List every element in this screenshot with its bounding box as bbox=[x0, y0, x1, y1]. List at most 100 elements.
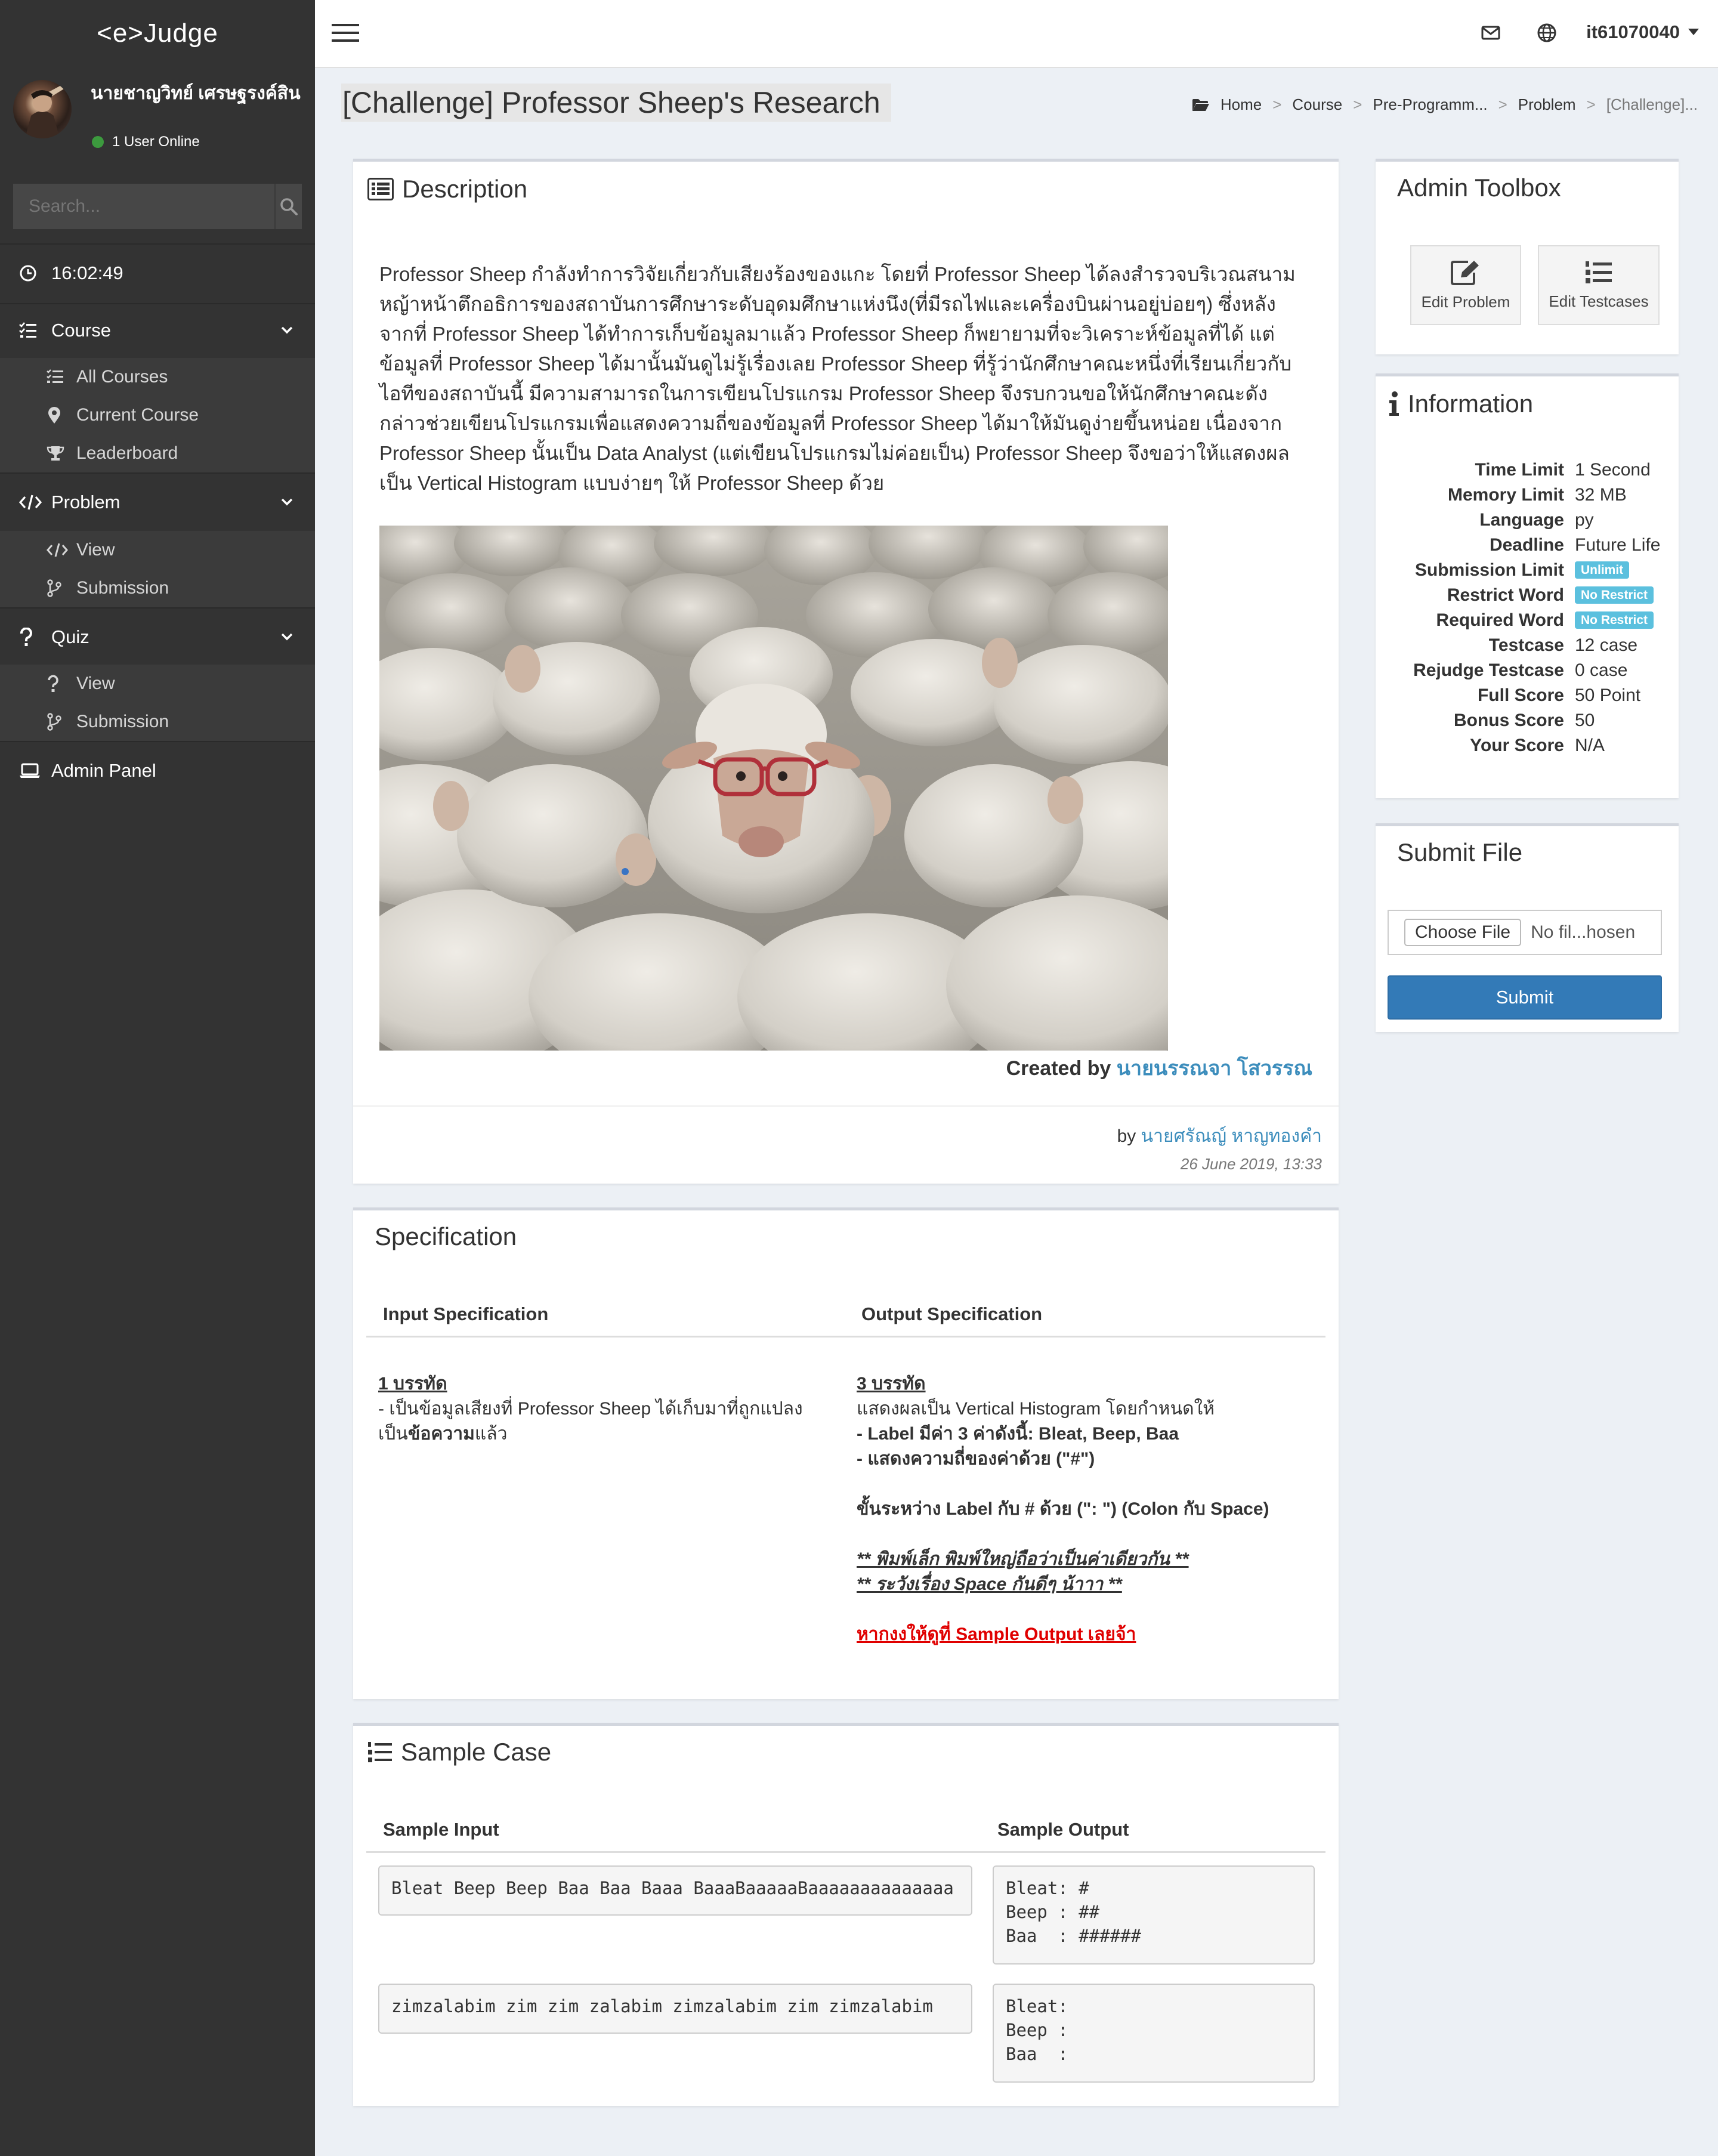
user-menu[interactable]: it61070040 bbox=[1586, 21, 1699, 43]
output-spec: 3 บรรทัด แสดงผลเป็น Vertical Histogram โ… bbox=[857, 1372, 1322, 1647]
input-spec-line: - เป็นข้อมูลเสียงที่ Professor Sheep ได้… bbox=[378, 1399, 803, 1419]
info-row: Rejudge Testcase 0 case bbox=[1376, 660, 1681, 685]
sidebar-item-quiz-submission-label: Submission bbox=[76, 712, 169, 731]
info-key: Rejudge Testcase bbox=[1413, 660, 1564, 680]
info-value: Future Life bbox=[1575, 535, 1661, 555]
page-title: [Challenge] Professor Sheep's Research bbox=[341, 84, 891, 122]
info-value: 32 MB bbox=[1575, 485, 1627, 505]
sidebar-item-all-courses[interactable]: All Courses bbox=[0, 358, 315, 396]
output-lines-title: 3 บรรทัด bbox=[857, 1374, 926, 1394]
author-link[interactable]: นายศรัณญ์ หาญทองคำ bbox=[1141, 1126, 1322, 1146]
sidebar-item-course-label: Course bbox=[51, 320, 111, 341]
info-key: Restrict Word bbox=[1447, 585, 1564, 605]
top-navbar: it61070040 bbox=[315, 0, 1718, 68]
user-menu-name: it61070040 bbox=[1586, 21, 1680, 42]
sample-output-header: Sample Output bbox=[997, 1819, 1129, 1840]
output-spec-line: - แสดงความถี่ของค่าด้วย ("#") bbox=[857, 1449, 1095, 1469]
info-row: Memory Limit 32 MB bbox=[1376, 485, 1681, 510]
sidebar-item-quiz-submission[interactable]: Submission bbox=[0, 703, 315, 741]
sample-input-header: Sample Input bbox=[383, 1819, 499, 1840]
info-value: No Restrict bbox=[1575, 610, 1654, 631]
file-input[interactable]: Choose File No fil...hosen bbox=[1388, 910, 1662, 955]
edit-problem-label: Edit Problem bbox=[1421, 292, 1510, 311]
post-date: 26 June 2019, 13:33 bbox=[1180, 1155, 1322, 1173]
sidebar-item-quiz[interactable]: Quiz bbox=[0, 613, 315, 661]
clock-icon bbox=[19, 264, 43, 282]
chevron-down-icon bbox=[280, 323, 293, 336]
info-row: Full Score 50 Point bbox=[1376, 685, 1681, 711]
edit-problem-button[interactable]: Edit Problem bbox=[1410, 245, 1521, 325]
question-icon bbox=[47, 675, 68, 693]
map-marker-icon bbox=[47, 406, 68, 424]
globe-icon[interactable] bbox=[1537, 23, 1557, 43]
sidebar-divider bbox=[0, 607, 315, 609]
submit-file-box: Submit File Choose File No fil...hosen S… bbox=[1376, 823, 1679, 1032]
caret-down-icon bbox=[1688, 29, 1699, 36]
sidebar-item-admin-panel-label: Admin Panel bbox=[51, 760, 156, 781]
admin-toolbox-title: Admin Toolbox bbox=[1397, 174, 1561, 202]
info-key: Deadline bbox=[1489, 535, 1564, 555]
info-key: Required Word bbox=[1436, 610, 1564, 630]
code-branch-icon bbox=[47, 713, 68, 731]
info-icon bbox=[1389, 391, 1399, 416]
submit-button[interactable]: Submit bbox=[1388, 975, 1662, 1020]
output-spec-line: - Label มีค่า 3 ค่าดังนี้: Bleat, Beep, … bbox=[857, 1424, 1179, 1444]
sidebar-divider bbox=[0, 243, 315, 245]
breadcrumb-home[interactable]: Home bbox=[1220, 95, 1262, 114]
edit-testcases-button[interactable]: Edit Testcases bbox=[1538, 245, 1660, 325]
input-spec-line: เป็นข้อความแล้ว bbox=[378, 1424, 508, 1444]
info-row: Bonus Score 50 bbox=[1376, 711, 1681, 736]
sidebar-item-current-course[interactable]: Current Course bbox=[0, 396, 315, 434]
choose-file-button[interactable]: Choose File bbox=[1404, 919, 1522, 946]
page: <e>Judge นายชาญวิทย์ เศรษฐรงค์สิน 1 User… bbox=[0, 0, 1718, 2156]
info-value: 1 Second bbox=[1575, 460, 1651, 480]
box-footer-divider bbox=[353, 1105, 1339, 1107]
info-value: py bbox=[1575, 510, 1594, 530]
brand-logo[interactable]: <e>Judge bbox=[0, 0, 315, 67]
code-icon bbox=[19, 494, 43, 511]
information-header: Information bbox=[1389, 390, 1533, 418]
search-button[interactable] bbox=[274, 184, 302, 229]
sidebar-item-all-courses-label: All Courses bbox=[76, 367, 168, 387]
author-byline: by นายศรัณญ์ หาญทองคำ 26 June 2019, 13:3… bbox=[1117, 1122, 1322, 1173]
breadcrumb-course[interactable]: Course bbox=[1292, 95, 1342, 114]
creator-link[interactable]: นายนรรณจา โสวรรณ bbox=[1117, 1057, 1312, 1080]
info-key: Bonus Score bbox=[1453, 711, 1564, 730]
breadcrumb-problem[interactable]: Problem bbox=[1518, 95, 1576, 114]
info-key: Time Limit bbox=[1475, 460, 1564, 480]
sidebar-item-problem-view-label: View bbox=[76, 540, 115, 560]
sample-output-hint: หากงงให้ดูที่ Sample Output เลยจ้า bbox=[857, 1624, 1136, 1644]
code-icon bbox=[47, 542, 68, 558]
sample-case-header: Sample Case bbox=[367, 1738, 551, 1766]
envelope-icon[interactable] bbox=[1481, 23, 1501, 43]
sidebar: <e>Judge นายชาญวิทย์ เศรษฐรงค์สิน 1 User… bbox=[0, 0, 315, 2156]
sidebar-item-quiz-view[interactable]: View bbox=[0, 665, 315, 703]
list-check-icon bbox=[19, 322, 43, 339]
sidebar-item-admin-panel[interactable]: Admin Panel bbox=[0, 747, 315, 795]
sidebar-toggle-icon[interactable] bbox=[332, 23, 359, 43]
sample-input-1: Bleat Beep Beep Baa Baa Baaa BaaaBaaaaaB… bbox=[378, 1865, 972, 1916]
sidebar-item-problem[interactable]: Problem bbox=[0, 478, 315, 526]
search-input[interactable] bbox=[13, 184, 274, 229]
sidebar-item-course[interactable]: Course bbox=[0, 307, 315, 354]
avatar-photo-icon bbox=[25, 84, 67, 138]
sheep-image bbox=[379, 526, 1168, 1051]
input-spec-header: Input Specification bbox=[383, 1304, 549, 1324]
clock-time: 16:02:49 bbox=[51, 262, 123, 283]
description-box: Description Professor Sheep กำลังทำการวิ… bbox=[353, 159, 1339, 1184]
sidebar-item-problem-view[interactable]: View bbox=[0, 531, 315, 569]
breadcrumb-pre-programming[interactable]: Pre-Programm... bbox=[1373, 95, 1487, 114]
sample-output-1: Bleat: # Beep : ## Baa : ###### bbox=[993, 1865, 1315, 1965]
sidebar-item-current-course-label: Current Course bbox=[76, 405, 199, 425]
sidebar-item-problem-submission-label: Submission bbox=[76, 578, 169, 598]
sidebar-item-problem-submission[interactable]: Submission bbox=[0, 569, 315, 607]
sidebar-search bbox=[13, 184, 302, 229]
question-icon bbox=[19, 628, 43, 647]
input-lines-title: 1 บรรทัด bbox=[378, 1374, 447, 1394]
sidebar-item-quiz-view-label: View bbox=[76, 674, 115, 693]
sample-case-title: Sample Case bbox=[401, 1738, 552, 1766]
specification-title: Specification bbox=[375, 1222, 517, 1250]
description-title: Description bbox=[402, 175, 528, 203]
problem-description: Professor Sheep กำลังทำการวิจัยเกี่ยวกับ… bbox=[379, 263, 1296, 494]
sidebar-item-leaderboard[interactable]: Leaderboard bbox=[0, 434, 315, 472]
